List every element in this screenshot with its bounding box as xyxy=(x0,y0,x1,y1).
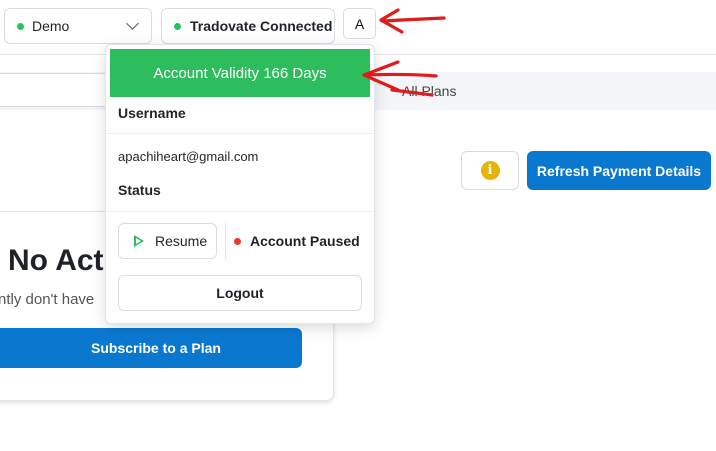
arrow-to-validity-icon xyxy=(362,60,438,97)
arrow-to-avatar-icon xyxy=(379,8,446,34)
annotation-arrows xyxy=(362,8,446,97)
